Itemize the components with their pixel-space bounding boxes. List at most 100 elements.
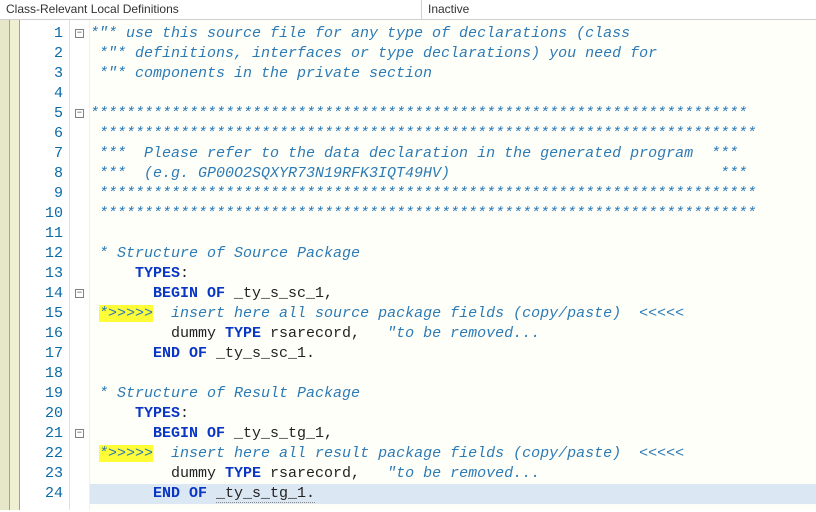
code-editor[interactable]: 123456789101112131415161718192021222324 … (0, 20, 816, 510)
code-token: ****************************************… (90, 105, 747, 122)
line-number: 11 (20, 224, 63, 244)
code-line[interactable]: ****************************************… (90, 184, 816, 204)
code-token (90, 305, 99, 322)
code-token: insert here all source package fields (c… (153, 305, 684, 322)
code-token: BEGIN OF (153, 425, 225, 442)
code-token: insert here all result package fields (c… (153, 445, 684, 462)
line-number: 8 (20, 164, 63, 184)
code-token: *** Please refer to the data declaration… (90, 145, 738, 162)
code-token (90, 485, 153, 502)
code-area[interactable]: *"* use this source file for any type of… (90, 20, 816, 510)
editor-header: Class-Relevant Local Definitions Inactiv… (0, 0, 816, 20)
code-token: *>>>>> (99, 305, 153, 322)
fold-toggle (70, 184, 89, 204)
code-line[interactable]: BEGIN OF _ty_s_sc_1, (90, 284, 816, 304)
code-token: *"* definitions, interfaces or type decl… (90, 45, 657, 62)
fold-minus-icon[interactable]: − (75, 29, 84, 38)
fold-toggle (70, 244, 89, 264)
code-token: END OF (153, 345, 207, 362)
fold-column[interactable]: − − − − (70, 20, 90, 510)
code-token: "to be removed... (387, 465, 540, 482)
code-token: *"* use this source file for any type of… (90, 25, 630, 42)
code-token (90, 345, 153, 362)
code-line[interactable]: END OF _ty_s_tg_1. (90, 484, 816, 504)
code-token: "to be removed... (387, 325, 540, 342)
fold-toggle (70, 464, 89, 484)
code-line[interactable]: ****************************************… (90, 104, 816, 124)
line-number: 10 (20, 204, 63, 224)
code-line[interactable] (90, 224, 816, 244)
code-line[interactable]: BEGIN OF _ty_s_tg_1, (90, 424, 816, 444)
line-number: 22 (20, 444, 63, 464)
line-number: 19 (20, 384, 63, 404)
code-line[interactable]: *** (e.g. GP00O2SQXYR73N19RFK3IQT49HV) *… (90, 164, 816, 184)
line-number: 5 (20, 104, 63, 124)
code-line[interactable]: * Structure of Source Package (90, 244, 816, 264)
fold-minus-icon[interactable]: − (75, 289, 84, 298)
fold-toggle (70, 44, 89, 64)
code-token: rsarecord, (261, 325, 387, 342)
fold-toggle (70, 204, 89, 224)
code-token: dummy (90, 465, 225, 482)
code-line[interactable]: *"* components in the private section (90, 64, 816, 84)
code-token: _ty_s_sc_1. (207, 345, 315, 362)
code-token: _ty_s_sc_1, (225, 285, 333, 302)
code-token (207, 485, 216, 502)
code-line[interactable]: *"* use this source file for any type of… (90, 24, 816, 44)
code-line[interactable]: END OF _ty_s_sc_1. (90, 344, 816, 364)
fold-toggle[interactable]: − (70, 24, 89, 44)
line-number-gutter: 123456789101112131415161718192021222324 (20, 20, 70, 510)
code-token: TYPE (225, 465, 261, 482)
code-line[interactable] (90, 364, 816, 384)
fold-toggle (70, 124, 89, 144)
line-number: 12 (20, 244, 63, 264)
fold-toggle[interactable]: − (70, 104, 89, 124)
fold-toggle (70, 144, 89, 164)
line-number: 23 (20, 464, 63, 484)
header-title-status: Inactive (422, 0, 816, 19)
code-line[interactable]: *>>>>> insert here all result package fi… (90, 444, 816, 464)
code-token: ****************************************… (90, 185, 756, 202)
code-token: _ty_s_tg_1. (216, 485, 315, 503)
code-line[interactable]: TYPES: (90, 404, 816, 424)
fold-toggle (70, 164, 89, 184)
line-number: 20 (20, 404, 63, 424)
fold-toggle[interactable]: − (70, 284, 89, 304)
line-number: 15 (20, 304, 63, 324)
fold-toggle (70, 384, 89, 404)
code-token: TYPES (135, 265, 180, 282)
line-number: 7 (20, 144, 63, 164)
line-number: 1 (20, 24, 63, 44)
code-token: _ty_s_tg_1, (225, 425, 333, 442)
code-line[interactable]: ****************************************… (90, 204, 816, 224)
code-token (90, 405, 135, 422)
code-token: *"* components in the private section (90, 65, 432, 82)
code-line[interactable]: TYPES: (90, 264, 816, 284)
fold-toggle (70, 344, 89, 364)
code-token: *>>>>> (99, 445, 153, 462)
code-line[interactable]: *>>>>> insert here all source package fi… (90, 304, 816, 324)
fold-minus-icon[interactable]: − (75, 429, 84, 438)
code-line[interactable]: * Structure of Result Package (90, 384, 816, 404)
code-token (90, 425, 153, 442)
code-line[interactable]: dummy TYPE rsarecord, "to be removed... (90, 464, 816, 484)
code-token: * Structure of Source Package (90, 245, 360, 262)
code-line[interactable]: *** Please refer to the data declaration… (90, 144, 816, 164)
line-number: 24 (20, 484, 63, 504)
line-number: 3 (20, 64, 63, 84)
code-token (90, 265, 135, 282)
line-number: 14 (20, 284, 63, 304)
code-token: ****************************************… (90, 205, 756, 222)
code-token: END OF (153, 485, 207, 502)
code-line[interactable]: ****************************************… (90, 124, 816, 144)
code-token: * Structure of Result Package (90, 385, 360, 402)
fold-toggle[interactable]: − (70, 424, 89, 444)
fold-toggle (70, 64, 89, 84)
code-line[interactable]: *"* definitions, interfaces or type decl… (90, 44, 816, 64)
code-token: BEGIN OF (153, 285, 225, 302)
fold-toggle (70, 324, 89, 344)
code-line[interactable]: dummy TYPE rsarecord, "to be removed... (90, 324, 816, 344)
code-line[interactable] (90, 84, 816, 104)
fold-minus-icon[interactable]: − (75, 109, 84, 118)
header-title-left: Class-Relevant Local Definitions (0, 0, 422, 19)
